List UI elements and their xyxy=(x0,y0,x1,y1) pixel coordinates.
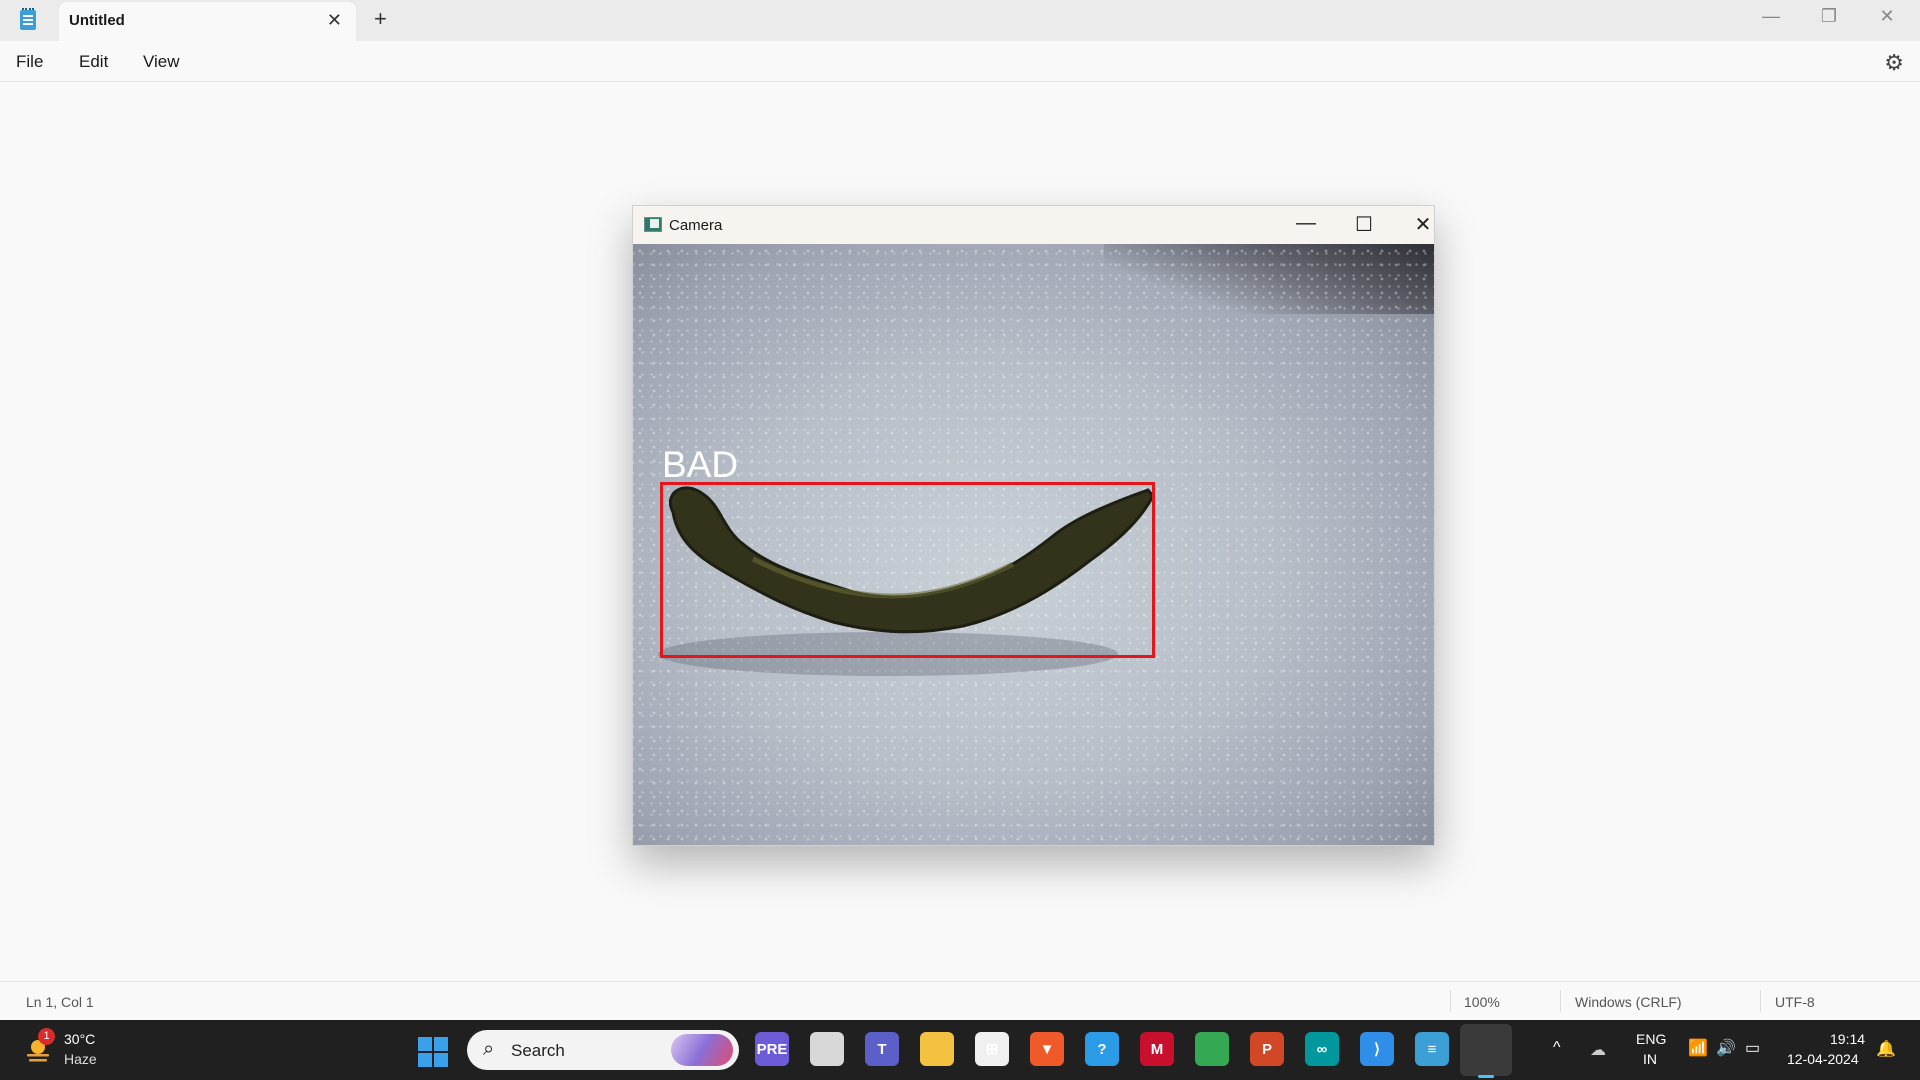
camera-title: Camera xyxy=(669,217,723,234)
weather-condition: Haze xyxy=(64,1051,97,1067)
search-label: Search xyxy=(511,1041,565,1060)
windows-logo-pane xyxy=(434,1037,448,1051)
restore-button[interactable]: ❐ xyxy=(1806,6,1852,27)
volume-icon[interactable]: 🔊 xyxy=(1716,1038,1736,1058)
camera-feed: BAD xyxy=(633,244,1434,845)
onedrive-error-icon[interactable]: ☁ xyxy=(1590,1040,1606,1060)
tab-untitled[interactable]: Untitled ✕ xyxy=(59,2,356,41)
menu-bar: File Edit View ⚙ xyxy=(0,41,1920,82)
language-label[interactable]: ENG xyxy=(1636,1031,1666,1047)
camera-minimize-button[interactable]: — xyxy=(1286,212,1326,235)
help-icon[interactable]: ? xyxy=(1085,1032,1119,1066)
minimize-button[interactable]: — xyxy=(1748,6,1794,27)
copilot-icon[interactable]: PRE xyxy=(755,1032,789,1066)
tray-overflow-icon[interactable]: ^ xyxy=(1553,1039,1561,1057)
wifi-icon[interactable]: 📶 xyxy=(1688,1038,1708,1058)
chrome-icon[interactable] xyxy=(1195,1032,1229,1066)
notification-bell-icon[interactable]: 🔔 xyxy=(1876,1039,1896,1059)
tab-title: Untitled xyxy=(69,12,125,29)
tab-close-icon[interactable]: ✕ xyxy=(327,10,342,31)
notepad-taskbar-icon[interactable]: ≡ xyxy=(1415,1032,1449,1066)
camera-maximize-button[interactable]: ☐ xyxy=(1344,212,1384,237)
task-view-icon[interactable] xyxy=(810,1032,844,1066)
title-bar: Untitled ✕ + — ❐ ✕ xyxy=(0,0,1920,41)
clock-time[interactable]: 19:14 xyxy=(1830,1031,1865,1047)
search-highlight-icon xyxy=(671,1034,733,1066)
menu-edit[interactable]: Edit xyxy=(79,52,108,72)
clock-date[interactable]: 12-04-2024 xyxy=(1787,1051,1859,1067)
store-icon[interactable]: ⊞ xyxy=(975,1032,1009,1066)
notepad-app-icon xyxy=(20,8,36,30)
camera-window: Camera — ☐ ✕ BAD xyxy=(632,205,1435,846)
detection-bounding-box xyxy=(660,482,1155,658)
status-divider xyxy=(1450,990,1451,1012)
camera-window-icon xyxy=(644,217,662,232)
taskbar: 1 30°C Haze ⌕ Search PRET⊞▼?MP∞⟩≡Py ^ ☁ … xyxy=(0,1020,1920,1080)
active-app-highlight xyxy=(1460,1024,1512,1076)
cursor-position: Ln 1, Col 1 xyxy=(26,994,94,1010)
start-button[interactable] xyxy=(418,1037,448,1067)
arduino-icon[interactable]: ∞ xyxy=(1305,1032,1339,1066)
menu-view[interactable]: View xyxy=(143,52,180,72)
menu-file[interactable]: File xyxy=(16,52,43,72)
line-ending[interactable]: Windows (CRLF) xyxy=(1575,994,1682,1010)
zoom-level[interactable]: 100% xyxy=(1464,994,1500,1010)
teams-icon[interactable]: T xyxy=(865,1032,899,1066)
detection-label: BAD xyxy=(662,444,739,485)
region-label[interactable]: IN xyxy=(1643,1051,1657,1067)
weather-temp: 30°C xyxy=(64,1031,96,1047)
status-bar: Ln 1, Col 1 100% Windows (CRLF) UTF-8 xyxy=(0,981,1920,1021)
powerpoint-icon[interactable]: P xyxy=(1250,1032,1284,1066)
status-divider xyxy=(1760,990,1761,1012)
battery-icon[interactable]: ▭ xyxy=(1745,1038,1760,1058)
search-icon: ⌕ xyxy=(483,1038,495,1060)
windows-logo-pane xyxy=(434,1053,448,1067)
status-divider xyxy=(1560,990,1561,1012)
weather-badge: 1 xyxy=(38,1028,55,1045)
taskbar-search-box[interactable]: ⌕ Search xyxy=(467,1030,739,1070)
mcafee-icon[interactable]: M xyxy=(1140,1032,1174,1066)
settings-gear-icon[interactable]: ⚙ xyxy=(1884,50,1904,76)
new-tab-button[interactable]: + xyxy=(374,6,387,32)
encoding[interactable]: UTF-8 xyxy=(1775,994,1815,1010)
vscode-icon[interactable]: ⟩ xyxy=(1360,1032,1394,1066)
camera-title-bar[interactable]: Camera — ☐ ✕ xyxy=(633,206,1434,244)
windows-logo-icon xyxy=(418,1037,432,1051)
file-explorer-icon[interactable] xyxy=(920,1032,954,1066)
active-app-indicator xyxy=(1478,1075,1494,1078)
close-button[interactable]: ✕ xyxy=(1864,6,1910,27)
camera-close-button[interactable]: ✕ xyxy=(1403,212,1443,237)
windows-logo-pane xyxy=(418,1053,432,1067)
brave-icon[interactable]: ▼ xyxy=(1030,1032,1064,1066)
